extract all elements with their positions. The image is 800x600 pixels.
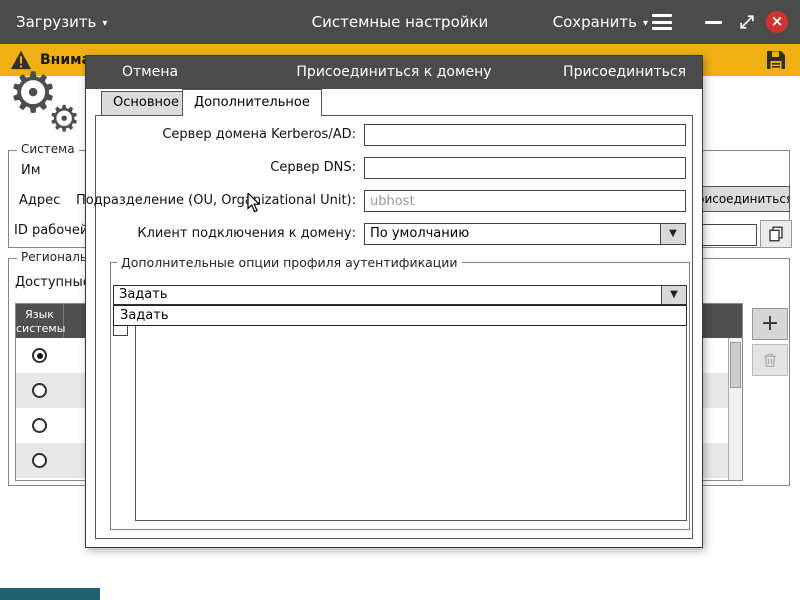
load-menu-label: Загрузить — [16, 13, 97, 31]
add-language-button[interactable]: + — [752, 308, 788, 340]
kerberos-server-label: Сервер домена Kerberos/AD: — [162, 127, 356, 142]
workgroup-id-label: ID рабочей — [14, 223, 89, 238]
titlebar: Загрузить ▾ Системные настройки Сохранить… — [0, 0, 800, 44]
kerberos-server-input[interactable] — [364, 124, 686, 146]
auth-options-legend: Дополнительные опции профиля аутентифика… — [117, 255, 462, 270]
advanced-tab-panel: Сервер домена Kerberos/AD: Сервер DNS: П… — [76, 115, 693, 539]
scrollbar-thumb[interactable] — [730, 342, 741, 388]
load-menu-button[interactable]: Загрузить ▾ — [16, 0, 107, 46]
dialog-join-button[interactable]: Присоединиться — [563, 56, 686, 89]
ou-input[interactable] — [364, 190, 686, 212]
auth-options-group: Дополнительные опции профиля аутентифика… — [110, 255, 690, 530]
save-menu-button[interactable]: Сохранить ▾ — [553, 0, 648, 46]
combo-dropdown-button[interactable]: ▼ — [661, 286, 686, 304]
language-radio[interactable] — [32, 383, 47, 398]
copy-button[interactable] — [760, 220, 792, 248]
language-radio[interactable] — [32, 418, 47, 433]
domain-client-value: По умолчанию — [370, 226, 470, 241]
address-label: Адрес — [19, 193, 61, 208]
save-file-icon[interactable] — [764, 48, 788, 72]
screen: Загрузить ▾ Системные настройки Сохранить… — [0, 0, 800, 600]
combo-dropdown-button[interactable]: ▼ — [660, 224, 685, 244]
dns-server-input[interactable] — [364, 157, 686, 179]
auth-profile-value: Задать — [119, 287, 168, 302]
dialog-header: Отмена Присоединиться к домену Присоедин… — [86, 56, 702, 89]
trash-icon — [764, 353, 776, 368]
app-title: Системные настройки — [311, 13, 489, 31]
tab-basic[interactable]: Основное — [101, 91, 191, 115]
save-menu-label: Сохранить — [552, 13, 637, 31]
tab-advanced[interactable]: Дополнительное — [182, 89, 322, 116]
gear-icon-small: ⚙ — [48, 99, 81, 140]
language-radio[interactable] — [32, 453, 47, 468]
computer-name-label: Им — [21, 163, 41, 178]
cancel-button[interactable]: Отмена — [122, 56, 178, 89]
domain-client-combobox[interactable]: По умолчанию ▼ — [364, 223, 686, 245]
language-radio[interactable] — [32, 348, 47, 363]
table-scrollbar[interactable] — [728, 338, 742, 480]
close-icon: × — [770, 12, 784, 30]
system-language-column-header: Язык системы — [16, 304, 65, 338]
auth-profile-combobox[interactable]: Задать ▼ — [113, 285, 687, 305]
ou-label: Подразделение (OU, Organizational Unit): — [75, 193, 356, 208]
expand-button[interactable] — [737, 12, 757, 32]
join-domain-dialog: Отмена Присоединиться к домену Присоедин… — [76, 55, 703, 548]
copy-icon — [769, 226, 783, 242]
auth-profile-dropdown-list: Задать — [113, 305, 687, 326]
delete-language-button[interactable] — [752, 344, 788, 376]
close-button[interactable]: × — [766, 11, 788, 33]
taskbar-strip — [0, 588, 100, 600]
chevron-down-icon: ▼ — [670, 289, 678, 300]
system-group-legend: Система — [17, 142, 79, 156]
minimize-button[interactable] — [705, 21, 722, 24]
auth-options-listbox[interactable] — [135, 323, 687, 521]
dropdown-item[interactable]: Задать — [114, 306, 686, 325]
caret-down-icon: ▾ — [642, 18, 648, 29]
caret-down-icon: ▾ — [102, 18, 108, 29]
domain-client-label: Клиент подключения к домену: — [137, 226, 356, 241]
chevron-down-icon: ▼ — [669, 228, 677, 239]
menu-button[interactable] — [652, 14, 672, 30]
dns-server-label: Сервер DNS: — [270, 160, 356, 175]
join-domain-button[interactable]: рисоединиться — [700, 186, 790, 212]
